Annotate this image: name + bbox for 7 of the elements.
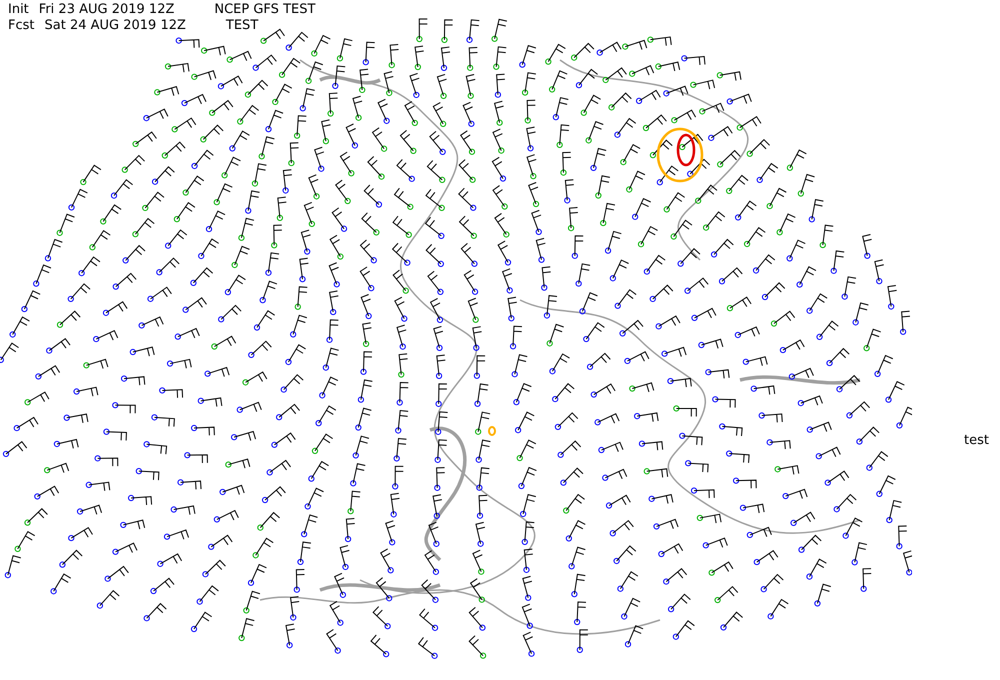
model-title: NCEP GFS TEST	[214, 2, 316, 18]
forecast-time: Sat 24 AUG 2019 12Z	[44, 18, 186, 34]
forecast-label: Fcst	[8, 18, 34, 34]
init-label: Init	[8, 2, 29, 18]
init-time: Fri 23 AUG 2019 12Z	[38, 2, 174, 18]
side-label: test	[964, 433, 989, 448]
forecast-title: TEST	[226, 18, 258, 34]
